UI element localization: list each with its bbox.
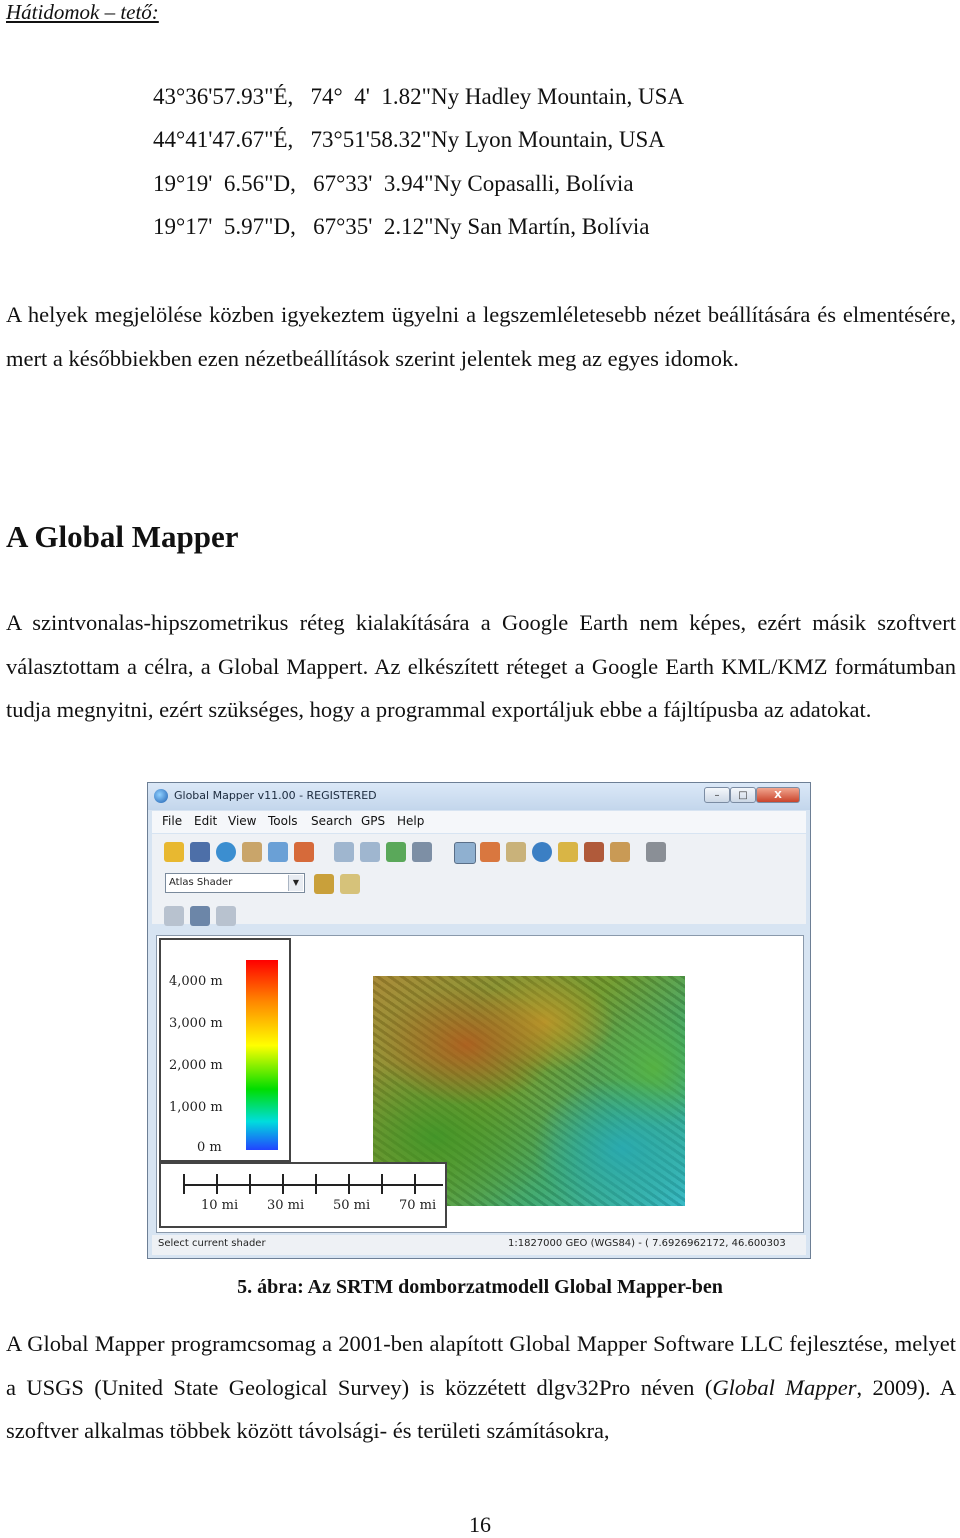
lighting-icon[interactable] — [340, 874, 360, 894]
chevron-down-icon[interactable]: ▼ — [288, 875, 303, 891]
layers-icon[interactable] — [242, 842, 262, 862]
minimize-button[interactable]: – — [704, 787, 730, 803]
pan-icon[interactable] — [386, 842, 406, 862]
scale-tick — [348, 1174, 350, 1194]
global-mapper-screenshot: Global Mapper v11.00 - REGISTERED – □ X … — [147, 782, 811, 1259]
elevation-color-ramp — [246, 960, 278, 1150]
scale-tick — [315, 1174, 317, 1194]
menu-view[interactable]: View — [228, 814, 256, 828]
status-coordinates: 1:1827000 GEO (WGS84) - ( 7.6926962172, … — [508, 1238, 786, 1249]
digitizer-icon[interactable] — [480, 842, 500, 862]
info-icon[interactable] — [532, 842, 552, 862]
config-icon[interactable] — [294, 842, 314, 862]
legend-label: 1,000 m — [169, 1100, 223, 1115]
paragraph-3: A Global Mapper programcsomag a 2001-ben… — [6, 1322, 956, 1453]
paragraph-text: A Global Mapper programcsomag a 2001-ben… — [6, 1322, 956, 1453]
layer-icon[interactable] — [190, 906, 210, 926]
home-icon[interactable] — [412, 842, 432, 862]
overlay-control-icon[interactable] — [164, 906, 184, 926]
close-button[interactable]: X — [756, 787, 800, 803]
coordinate-line: 19°19' 6.56"D, 67°33' 3.94"Ny Copasalli,… — [153, 171, 634, 196]
scale-tick — [216, 1174, 218, 1194]
view-shed-icon[interactable] — [584, 842, 604, 862]
citation-italic: Global Mapper — [712, 1374, 857, 1400]
legend-label: 3,000 m — [169, 1016, 223, 1031]
feature-edit-icon[interactable] — [610, 842, 630, 862]
maximize-button[interactable]: □ — [730, 787, 756, 803]
path-profile-icon[interactable] — [558, 842, 578, 862]
globe-icon — [154, 789, 168, 803]
transform-icon[interactable] — [216, 906, 236, 926]
map-view[interactable]: 4,000 m 3,000 m 2,000 m 1,000 m 0 m 10 m… — [156, 935, 804, 1233]
section-heading: A Global Mapper — [6, 519, 239, 554]
coordinate-line: 44°41'47.67"É, 73°51'58.32"Ny Lyon Mount… — [153, 127, 665, 152]
zoom-in-icon[interactable] — [334, 842, 354, 862]
open-folder-icon[interactable] — [164, 842, 184, 862]
select-tool-icon[interactable] — [454, 842, 476, 864]
menu-file[interactable]: File — [162, 814, 182, 828]
coordinate-line: 19°17' 5.97"D, 67°35' 2.12"Ny San Martín… — [153, 214, 650, 239]
scale-bar: 10 mi 30 mi 50 mi 70 mi — [159, 1162, 447, 1228]
paragraph-text: A szintvonalas-hipszometrikus réteg kial… — [6, 610, 956, 722]
window-title: Global Mapper v11.00 - REGISTERED — [174, 789, 377, 802]
figure-caption: 5. ábra: Az SRTM domborzatmodell Global … — [237, 1276, 723, 1298]
menu-help[interactable]: Help — [397, 814, 424, 828]
scale-label: 10 mi — [201, 1198, 239, 1213]
3d-view-icon[interactable] — [646, 842, 666, 862]
elevation-legend: 4,000 m 3,000 m 2,000 m 1,000 m 0 m — [159, 938, 291, 1162]
shader-options-icon[interactable] — [314, 874, 334, 894]
zoom-out-icon[interactable] — [360, 842, 380, 862]
status-message: Select current shader — [158, 1238, 266, 1249]
menu-tools[interactable]: Tools — [268, 814, 298, 828]
section-header: Hátidomok – tető: — [6, 0, 159, 24]
title-bar: Global Mapper v11.00 - REGISTERED – □ X — [148, 783, 810, 810]
scale-tick — [282, 1174, 284, 1194]
print-icon[interactable] — [268, 842, 288, 862]
shader-select[interactable]: Atlas Shader ▼ — [165, 873, 305, 893]
globe-icon[interactable] — [216, 842, 236, 862]
scale-label: 30 mi — [267, 1198, 305, 1213]
status-bar: Select current shader 1:1827000 GEO (WGS… — [152, 1235, 806, 1255]
legend-label: 4,000 m — [169, 974, 223, 989]
menu-search[interactable]: Search — [311, 814, 352, 828]
legend-label: 2,000 m — [169, 1058, 223, 1073]
scale-tick — [381, 1174, 383, 1194]
legend-label: 0 m — [197, 1140, 222, 1155]
page-number: 16 — [469, 1512, 491, 1537]
menu-bar: File Edit View Tools Search GPS Help — [152, 811, 806, 833]
save-icon[interactable] — [190, 842, 210, 862]
paragraph-2: A szintvonalas-hipszometrikus réteg kial… — [6, 601, 956, 732]
paragraph-text: A helyek megjelölése közben igyekeztem ü… — [6, 302, 956, 371]
scale-tick — [183, 1174, 185, 1194]
menu-edit[interactable]: Edit — [194, 814, 217, 828]
menu-gps[interactable]: GPS — [361, 814, 385, 828]
coordinate-line: 43°36'57.93"É, 74° 4' 1.82"Ny Hadley Mou… — [153, 84, 684, 109]
shader-select-value: Atlas Shader — [169, 877, 233, 888]
scale-line — [183, 1184, 443, 1186]
scale-tick — [249, 1174, 251, 1194]
paragraph-1: A helyek megjelölése közben igyekeztem ü… — [6, 293, 956, 380]
scale-label: 70 mi — [399, 1198, 437, 1213]
measure-icon[interactable] — [506, 842, 526, 862]
scale-tick — [414, 1174, 416, 1194]
scale-label: 50 mi — [333, 1198, 371, 1213]
